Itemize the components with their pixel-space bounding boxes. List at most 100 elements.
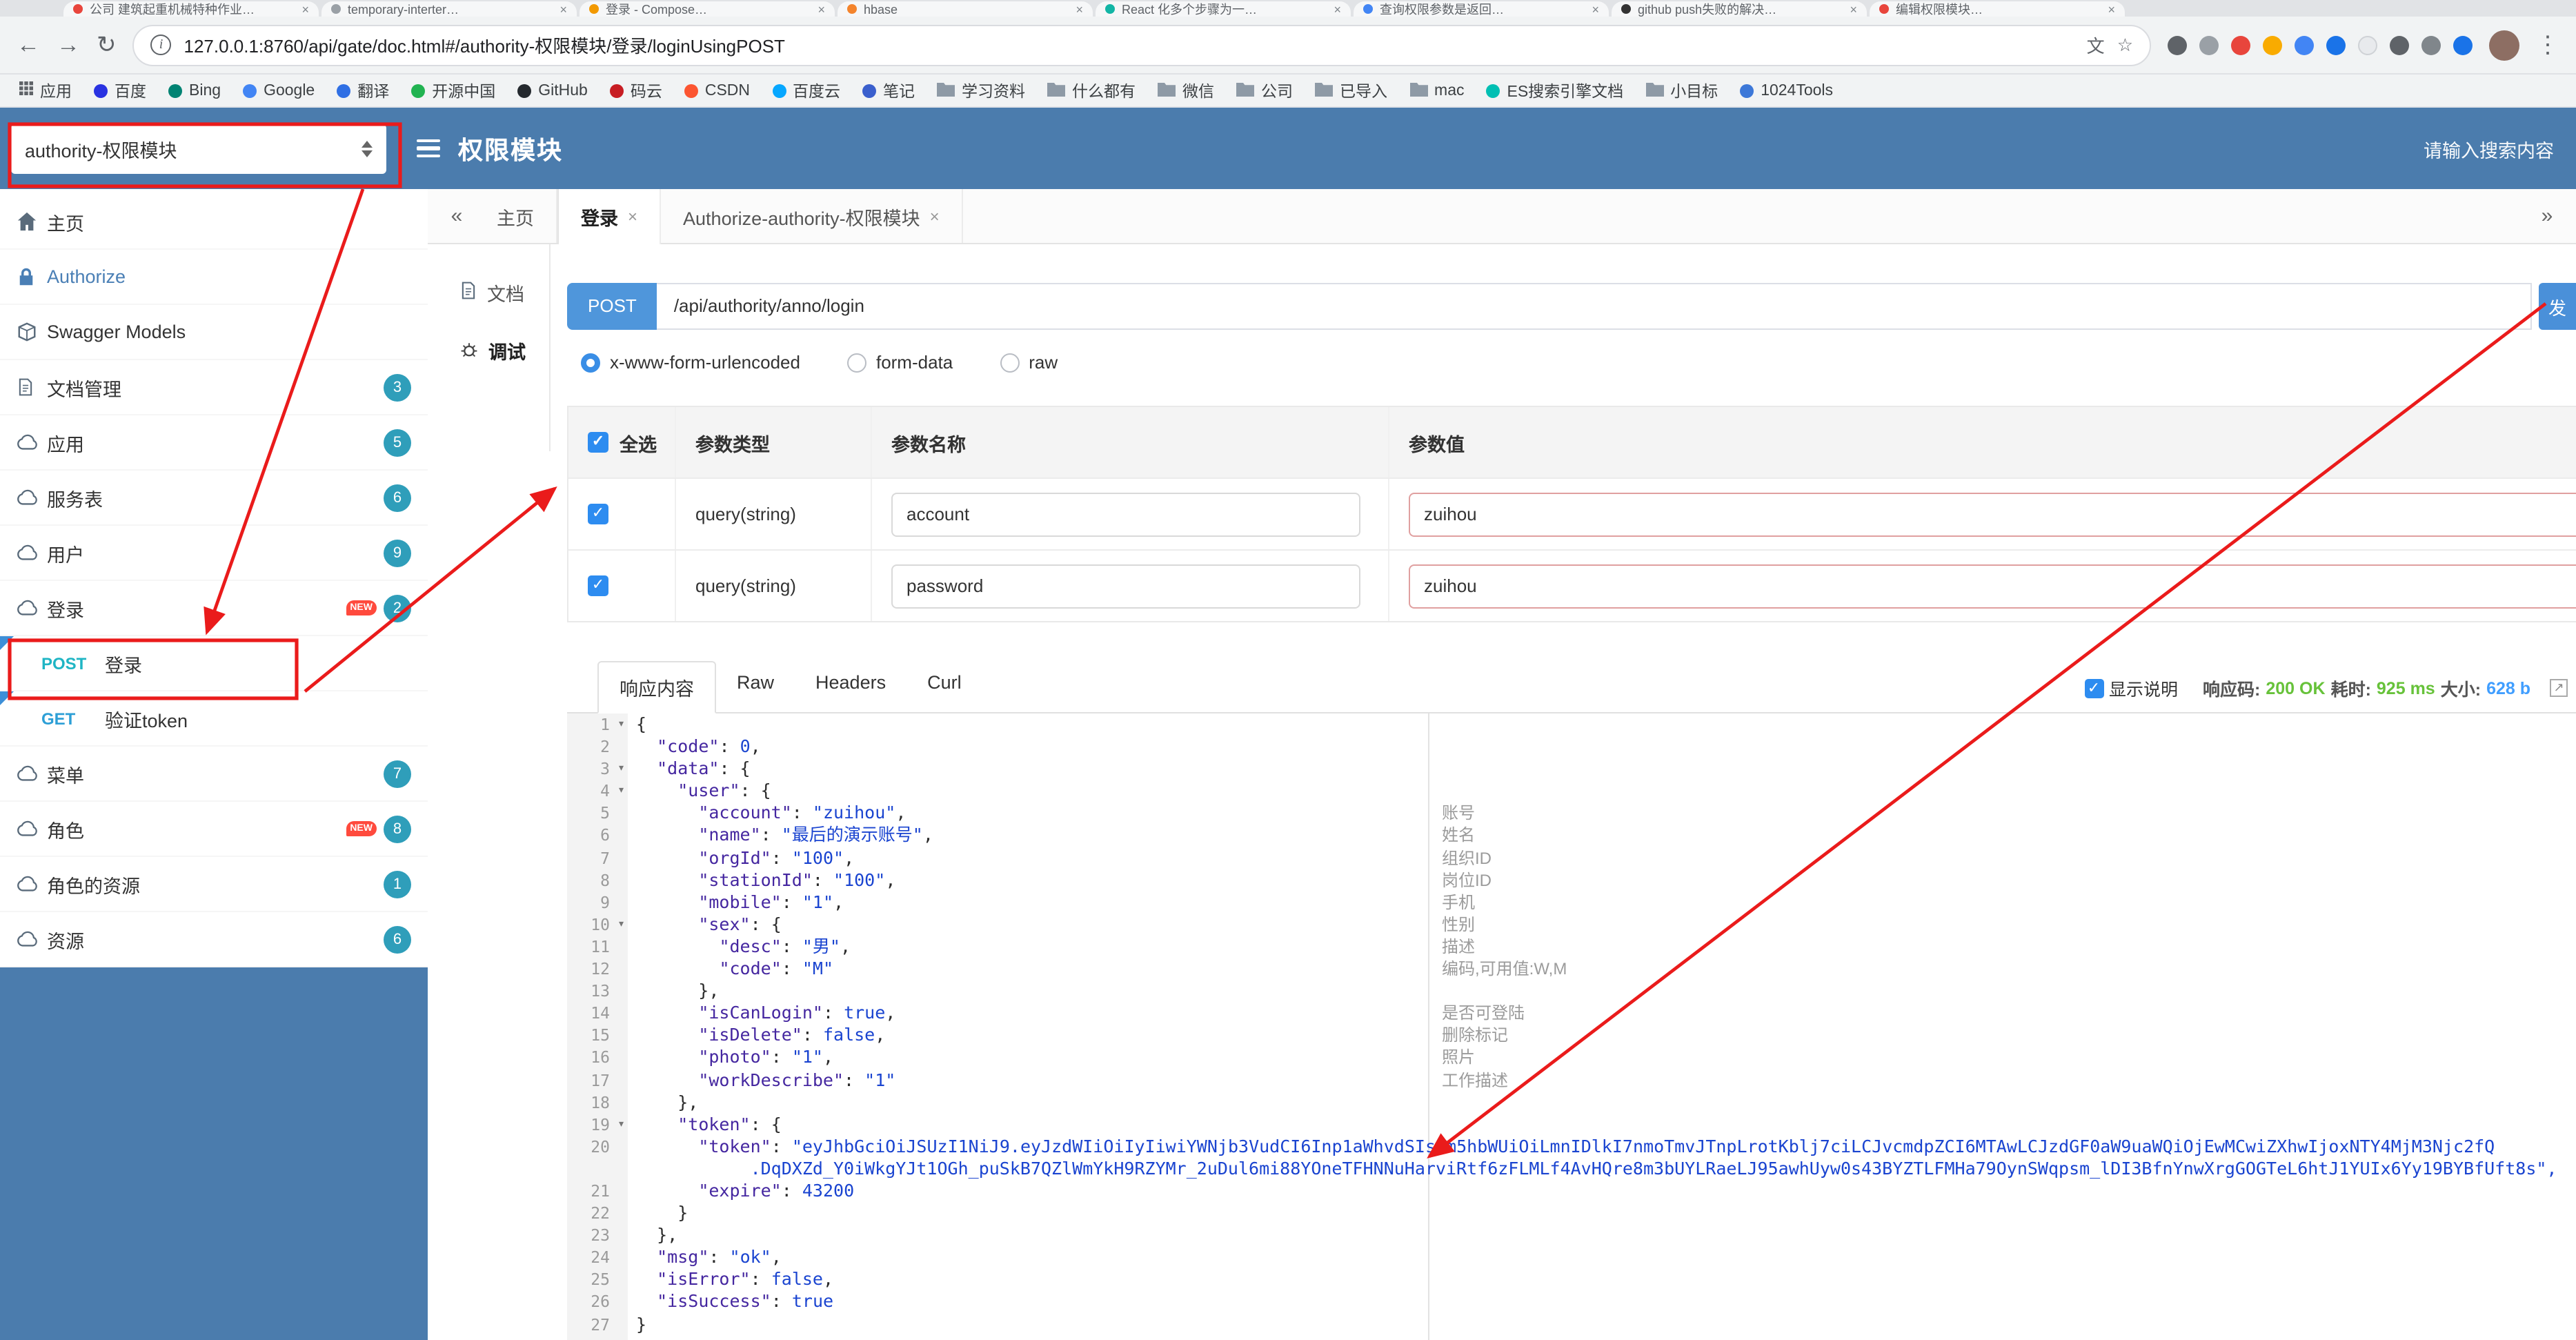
bookmark-item[interactable]: 开源中国 (411, 79, 495, 101)
sidebar-item-role-resource[interactable]: 角色的资源 1 (0, 857, 428, 912)
response-tab-Curl[interactable]: Curl (906, 661, 982, 713)
extension-icon[interactable] (2199, 35, 2219, 55)
expand-tabs-icon[interactable]: » (2529, 189, 2565, 243)
body-type-option[interactable]: form-data (846, 352, 953, 373)
bookmark-item[interactable]: mac (1409, 81, 1465, 100)
fold-icon[interactable]: ▾ (617, 914, 625, 936)
menu-toggle-icon[interactable] (417, 139, 440, 158)
forward-icon[interactable]: → (57, 33, 80, 57)
param-checkbox[interactable]: ✓ (588, 575, 608, 596)
tab-close-icon[interactable]: × (301, 2, 309, 16)
doc-nav-doc[interactable]: 文档 (459, 264, 549, 322)
radio-icon[interactable] (1000, 353, 1020, 372)
extension-icon[interactable] (2168, 35, 2187, 55)
sidebar-item-doc-manage[interactable]: 文档管理 3 (0, 360, 428, 415)
bookmark-item[interactable]: GitHub (517, 82, 588, 99)
browser-tab[interactable]: temporary-interter… × (321, 1, 577, 17)
fold-icon[interactable]: ▾ (617, 1113, 625, 1135)
bookmark-item[interactable]: 百度 (94, 79, 146, 101)
param-name-input[interactable]: password (891, 564, 1360, 608)
param-value-input[interactable]: zuihou (1409, 492, 2576, 536)
browser-tab[interactable]: React 化多个步骤为一… × (1096, 1, 1351, 17)
module-select[interactable]: authority-权限模块 (11, 124, 386, 173)
sidebar-item-service[interactable]: 服务表 6 (0, 471, 428, 526)
bookmark-item[interactable]: 码云 (609, 79, 662, 101)
translate-icon[interactable]: 文 (2087, 32, 2105, 58)
browser-menu-icon[interactable]: ⋮ (2536, 33, 2559, 57)
endpoint-url-input[interactable]: /api/authority/anno/login (657, 283, 2532, 330)
response-tab-响应内容[interactable]: 响应内容 (597, 661, 716, 713)
endpoint-get-verify-token[interactable]: GET 验证token (0, 691, 428, 747)
page-info-icon[interactable]: i (150, 35, 172, 55)
tab-Authorize-authority-权限模块[interactable]: Authorize-authority-权限模块 × (661, 189, 963, 243)
response-tab-Raw[interactable]: Raw (716, 661, 795, 713)
tab-close-icon[interactable]: × (628, 207, 637, 226)
extension-icon[interactable] (2358, 35, 2377, 55)
sidebar-item-user[interactable]: 用户 9 (0, 526, 428, 581)
tab-close-icon[interactable]: × (559, 2, 567, 16)
bookmark-item[interactable]: 什么都有 (1047, 79, 1136, 101)
sidebar-item-authorize[interactable]: Authorize (0, 250, 428, 305)
extension-icon[interactable] (2421, 35, 2441, 55)
select-all-checkbox[interactable]: ✓ (588, 432, 608, 453)
fullscreen-icon[interactable]: ↗ (2550, 679, 2568, 697)
tab-主页[interactable]: 主页 (475, 189, 557, 243)
bookmark-item[interactable]: 应用 (19, 79, 72, 101)
bookmark-item[interactable]: 已导入 (1315, 79, 1387, 101)
radio-icon[interactable] (846, 353, 866, 372)
fold-icon[interactable]: ▾ (617, 713, 625, 736)
extension-icon[interactable] (2231, 35, 2250, 55)
browser-tab[interactable]: github push失败的解决… × (1612, 1, 1867, 17)
sidebar-item-resource[interactable]: 资源 6 (0, 912, 428, 967)
address-bar[interactable]: i 127.0.0.1:8760/api/gate/doc.html#/auth… (132, 24, 2151, 66)
param-value-input[interactable]: zuihou (1409, 564, 2576, 608)
extension-icon[interactable] (2263, 35, 2282, 55)
bookmark-item[interactable]: 百度云 (772, 79, 840, 101)
browser-tab[interactable]: hbase × (838, 1, 1093, 17)
bookmark-item[interactable]: 微信 (1158, 79, 1214, 101)
tab-close-icon[interactable]: × (930, 206, 940, 226)
doc-nav-debug[interactable]: 调试 (459, 322, 549, 380)
profile-avatar[interactable] (2489, 30, 2519, 60)
bookmark-item[interactable]: ES搜索引擎文档 (1486, 79, 1623, 101)
browser-tab[interactable]: 查询权限参数是返回… × (1354, 1, 1609, 17)
tab-close-icon[interactable]: × (1076, 2, 1083, 16)
response-body-editor[interactable]: 1 ▾{2 "code": 0, 3 ▾ "data": {4 ▾ "user": {5… (567, 713, 2576, 1340)
response-tab-Headers[interactable]: Headers (795, 661, 906, 713)
sidebar-item-application[interactable]: 应用 5 (0, 415, 428, 471)
browser-tab[interactable]: 编辑权限模块… × (1870, 1, 2125, 17)
body-type-option[interactable]: x-www-form-urlencoded (581, 352, 800, 373)
collapse-tabs-icon[interactable]: « (439, 189, 475, 243)
header-search-input[interactable]: 请输入搜索内容 (2424, 135, 2554, 162)
tab-close-icon[interactable]: × (1592, 2, 1599, 16)
fold-icon[interactable]: ▾ (617, 758, 625, 780)
bookmark-item[interactable]: Bing (168, 82, 221, 99)
bookmark-star-icon[interactable]: ☆ (2117, 34, 2133, 56)
body-type-option[interactable]: raw (1000, 352, 1058, 373)
bookmark-item[interactable]: Google (243, 82, 315, 99)
extension-icon[interactable] (2295, 35, 2314, 55)
bookmark-item[interactable]: 笔记 (862, 79, 915, 101)
sidebar-item-swagger-models[interactable]: Swagger Models (0, 305, 428, 360)
bookmark-item[interactable]: 公司 (1236, 79, 1293, 101)
fold-icon[interactable]: ▾ (617, 780, 625, 802)
tab-close-icon[interactable]: × (2108, 2, 2115, 16)
tab-close-icon[interactable]: × (1850, 2, 1857, 16)
tab-close-icon[interactable]: × (1334, 2, 1341, 16)
extension-icon[interactable] (2453, 35, 2473, 55)
tab-登录[interactable]: 登录 × (557, 189, 662, 244)
bookmark-item[interactable]: 小目标 (1645, 79, 1718, 101)
sidebar-item-role[interactable]: 角色 NEW 8 (0, 802, 428, 857)
reload-icon[interactable]: ↻ (97, 33, 117, 57)
browser-tab[interactable]: 公司 建筑起重机械特种作业… × (63, 1, 319, 17)
extension-icon[interactable] (2390, 35, 2409, 55)
browser-tab[interactable]: 登录 - Compose… × (579, 1, 835, 17)
sidebar-item-menu[interactable]: 菜单 7 (0, 747, 428, 802)
tab-close-icon[interactable]: × (818, 2, 825, 16)
bookmark-item[interactable]: 翻译 (337, 79, 389, 101)
endpoint-post-login[interactable]: POST 登录 (0, 636, 428, 691)
bookmark-item[interactable]: 1024Tools (1740, 82, 1833, 99)
bookmark-item[interactable]: 学习资料 (937, 79, 1025, 101)
sidebar-item-home[interactable]: 主页 (0, 195, 428, 250)
extension-icon[interactable] (2326, 35, 2346, 55)
